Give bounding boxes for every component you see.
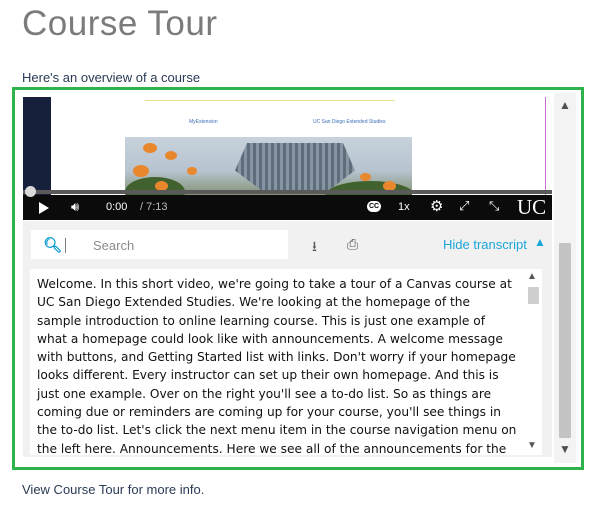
frame-scroll-up-icon[interactable]: ▲ — [554, 96, 576, 114]
progress-knob[interactable] — [25, 186, 36, 197]
expand-icon[interactable]: ⤢ — [459, 198, 469, 214]
transcript-panel: Welcome. In this short video, we're goin… — [23, 259, 552, 457]
fullscreen-icon[interactable]: ⤡ — [489, 198, 499, 214]
video-link-extended-studies: UC San Diego Extended Studies — [313, 119, 386, 125]
frame-scroll-down-icon[interactable]: ▼ — [554, 440, 576, 458]
transcript-scrollbar[interactable]: ▲ ▼ — [525, 269, 542, 455]
video-link-myextension: MyExtension — [189, 119, 218, 125]
current-time: 0:00 — [106, 201, 128, 213]
chevron-down-icon[interactable]: ▼ — [527, 440, 537, 451]
cc-icon[interactable]: CC — [367, 201, 381, 212]
scroll-up-icon[interactable]: ▲ — [527, 271, 537, 282]
transcript-scroll-thumb[interactable] — [528, 287, 539, 304]
playback-speed-button[interactable]: 1x — [398, 201, 410, 213]
video-divider — [145, 100, 395, 101]
play-icon[interactable] — [39, 202, 49, 214]
transcript-toolbar: 🔍︎ ⭳ ⎙ Hide transcript ▲ — [23, 221, 552, 261]
duration: / 7:13 — [140, 201, 168, 213]
volume-icon[interactable]: 🔊︎ — [71, 199, 79, 215]
frame-scroll-thumb[interactable] — [559, 243, 571, 438]
progress-bar[interactable] — [23, 186, 552, 197]
search-icon[interactable]: 🔍︎ — [43, 236, 62, 254]
chevron-up-icon[interactable]: ▲ — [534, 235, 546, 249]
search-divider — [65, 238, 66, 253]
gear-icon[interactable]: ⚙ — [430, 197, 443, 215]
footer-link[interactable]: View Course Tour for more info. — [22, 482, 204, 497]
search-input[interactable] — [91, 237, 275, 254]
frame-scrollbar[interactable]: ▲ ▼ — [554, 93, 576, 463]
hide-transcript-button[interactable]: Hide transcript — [443, 237, 527, 252]
embedded-video-frame: MyExtension UC San Diego Extended Studie… — [12, 87, 584, 470]
video-player[interactable]: MyExtension UC San Diego Extended Studie… — [23, 97, 552, 220]
transcript-text: Welcome. In this short video, we're goin… — [37, 277, 517, 455]
uc-logo[interactable]: UC — [517, 195, 546, 220]
print-icon[interactable]: ⎙ — [347, 236, 358, 253]
transcript-box[interactable]: Welcome. In this short video, we're goin… — [30, 269, 542, 455]
download-icon[interactable]: ⭳ — [312, 236, 317, 260]
transcript-search[interactable]: 🔍︎ — [31, 230, 288, 261]
video-controls: 🔊︎ 0:00 / 7:13 CC 1x ⚙ ⤢ ⤡ UC — [23, 186, 552, 220]
video-edge-line — [545, 97, 546, 197]
overview-text: Here's an overview of a course — [22, 70, 201, 85]
page-title: Course Tour — [22, 4, 218, 43]
